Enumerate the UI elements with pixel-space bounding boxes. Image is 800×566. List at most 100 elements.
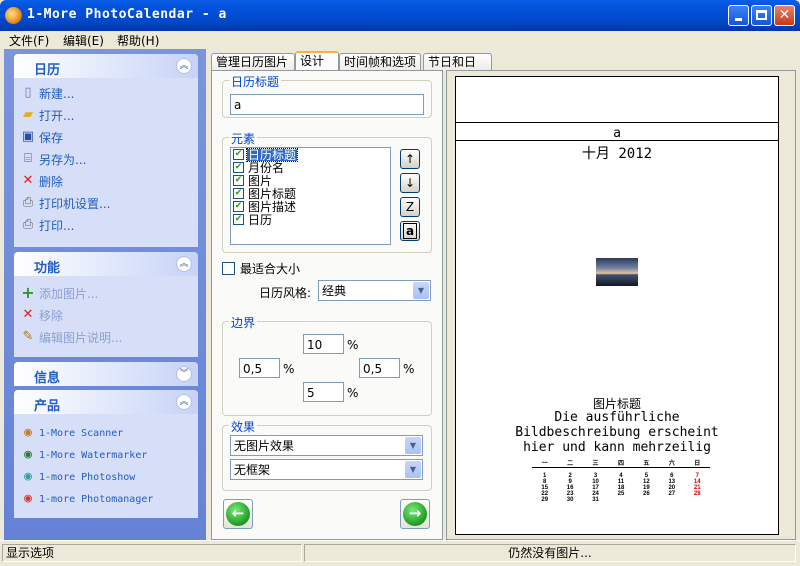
element-item-calendar-title[interactable]: ✔ 日历标题 [231, 147, 390, 162]
day-cell [659, 497, 684, 503]
product-photomanager-label: 1-more Photomanager [39, 493, 154, 505]
printer-setup-label: 打印机设置... [39, 196, 111, 211]
product-scanner-link[interactable]: ◉ 1-More Scanner [14, 422, 198, 444]
move-down-button[interactable]: ↓ [400, 173, 420, 193]
status-center: 仍然没有图片... [304, 544, 796, 562]
chevron-down-icon[interactable]: ▼ [405, 461, 421, 478]
calendar-page-preview: a 十月 2012 图片标题 Die ausführliche Bildbesc… [455, 76, 779, 535]
remove-picture-item[interactable]: ✕ 移除 [14, 304, 198, 326]
products-group-header[interactable]: 产品 ︽ [14, 390, 198, 414]
save-calendar-item[interactable]: ▣ 保存 [14, 126, 198, 148]
image-effect-value: 无图片效果 [234, 439, 295, 453]
product-photoshow-link[interactable]: ◉ 1-more Photoshow [14, 466, 198, 488]
text-style-button[interactable]: a [400, 221, 420, 241]
menu-help[interactable]: 帮助(H) [117, 32, 159, 49]
calendar-title-input[interactable]: a [230, 94, 424, 115]
element-label: 图片描述 [248, 199, 297, 214]
element-item-calendar[interactable]: ✔ 日历 [231, 213, 390, 226]
image-effect-select[interactable]: 无图片效果 ▼ [230, 435, 423, 456]
day-cell [608, 497, 633, 503]
print-item[interactable]: ⎙ 打印... [14, 214, 198, 236]
tab-manage-pictures[interactable]: 管理日历图片 [211, 53, 295, 71]
product-photomanager-link[interactable]: ◉ 1-more Photomanager [14, 488, 198, 510]
checkbox-checked-icon[interactable]: ✔ [233, 162, 244, 173]
move-up-button[interactable]: ↑ [400, 149, 420, 169]
save-as-item[interactable]: ⌸ 另存为... [14, 148, 198, 170]
preview-description-line-3: hier und kann mehrzeilig [523, 440, 711, 455]
remove-x-icon: ✕ [22, 307, 34, 322]
menu-file[interactable]: 文件(F) [9, 32, 49, 49]
margin-right-input[interactable]: 0,5 [359, 358, 400, 378]
arrow-right-icon: → [403, 502, 427, 526]
tab-timeframe-options[interactable]: 时间帧和选项 [339, 53, 421, 71]
preview-description-line-1: Die ausführliche [554, 410, 680, 425]
photoshow-product-icon: ◉ [24, 469, 32, 484]
margin-left-input[interactable]: 0,5 [239, 358, 280, 378]
checkbox-checked-icon[interactable]: ✔ [233, 149, 244, 160]
remove-picture-label: 移除 [39, 308, 64, 323]
element-item-picture[interactable]: ✔ 图片 [231, 174, 390, 187]
add-picture-item[interactable]: + 添加图片... [14, 282, 198, 304]
element-item-picture-description[interactable]: ✔ 图片描述 [231, 200, 390, 213]
margin-top-input[interactable]: 10 [303, 334, 344, 354]
functions-group-header[interactable]: 功能 ︽ [14, 252, 198, 276]
maximize-button[interactable] [751, 5, 772, 26]
margin-bottom-input[interactable]: 5 [303, 382, 344, 402]
margins-legend: 边界 [229, 314, 258, 331]
info-group-header[interactable]: 信息 ︾ [14, 362, 198, 386]
printer-setup-item[interactable]: ⎙ 打印机设置... [14, 192, 198, 214]
calendar-group-header[interactable]: 日历 ︽ [14, 54, 198, 78]
products-group: 产品 ︽ ◉ 1-More Scanner ◉ 1-More Watermarker… [14, 390, 198, 518]
product-scanner-label: 1-More Scanner [39, 427, 124, 439]
new-document-icon: ▯ [24, 85, 32, 100]
printer-setup-icon: ⎙ [22, 195, 34, 210]
frame-select[interactable]: 无框架 ▼ [230, 459, 423, 480]
day-cell: 29 [541, 496, 549, 503]
best-fit-row[interactable]: 最适合大小 [222, 260, 300, 277]
element-item-month-name[interactable]: ✔ 月份名 [231, 161, 390, 174]
title-top-rule [456, 122, 778, 123]
elements-list[interactable]: ✔ 日历标题 ✔ 月份名 ✔ 图片 ✔ 图片标题 ✔ 图片描述 ✔ 日历 [230, 147, 391, 245]
margins-group: 边界 10 % 0,5 % 0,5 % 5 % [222, 314, 432, 416]
font-button[interactable]: Z [400, 197, 420, 217]
open-calendar-item[interactable]: ▰ 打开... [14, 104, 198, 126]
sunday-cell [685, 497, 710, 503]
checkbox-checked-icon[interactable]: ✔ [233, 175, 244, 186]
element-item-picture-title[interactable]: ✔ 图片标题 [231, 187, 390, 200]
checkbox-checked-icon[interactable]: ✔ [233, 214, 244, 225]
chevron-up-icon[interactable]: ︽ [176, 256, 192, 272]
margin-right-unit: % [403, 362, 415, 376]
tab-design[interactable]: 设计 [295, 51, 339, 72]
chevron-up-icon[interactable]: ︽ [176, 58, 192, 74]
checkbox-checked-icon[interactable]: ✔ [233, 188, 244, 199]
font-icon: Z [405, 200, 415, 214]
product-watermarker-link[interactable]: ◉ 1-More Watermarker [14, 444, 198, 466]
chevron-up-icon[interactable]: ︽ [176, 394, 192, 410]
tab-holidays-dates[interactable]: 节日和日期 [423, 53, 492, 86]
minimize-button[interactable] [728, 5, 749, 26]
week-row: 29 30 31 [532, 497, 710, 503]
menu-edit[interactable]: 编辑(E) [63, 32, 104, 49]
move-down-arrow-icon: ↓ [404, 176, 416, 190]
next-button[interactable]: → [400, 499, 430, 529]
close-button[interactable]: ✕ [774, 5, 795, 26]
back-button[interactable]: ← [223, 499, 253, 529]
new-calendar-item[interactable]: ▯ 新建... [14, 82, 198, 104]
delete-item[interactable]: ✕ 删除 [14, 170, 198, 192]
calendar-group: 日历 ︽ ▯ 新建... ▰ 打开... ▣ 保存 ⌸ 另存为... ✕ 删除 ⎙ 打印机设… [14, 54, 198, 247]
edit-caption-item[interactable]: ✎ 编辑图片说明... [14, 326, 198, 348]
chevron-down-icon[interactable]: ▼ [405, 437, 421, 454]
functions-group: 功能 ︽ + 添加图片... ✕ 移除 ✎ 编辑图片说明... [14, 252, 198, 357]
calendar-style-select[interactable]: 经典 ▼ [318, 280, 431, 301]
move-up-arrow-icon: ↑ [404, 152, 416, 166]
weekday-header: 二 [567, 461, 574, 467]
chevron-down-icon[interactable]: ︾ [176, 366, 192, 382]
title-bar: 1-More PhotoCalendar - a ✕ [0, 0, 800, 31]
best-fit-checkbox[interactable] [222, 262, 235, 275]
element-label: 图片标题 [248, 186, 297, 201]
save-calendar-label: 保存 [39, 130, 64, 145]
task-pane: 日历 ︽ ▯ 新建... ▰ 打开... ▣ 保存 ⌸ 另存为... ✕ 删除 ⎙ 打印机设… [4, 49, 206, 540]
preview-month: 十月 2012 [581, 146, 653, 162]
chevron-down-icon[interactable]: ▼ [413, 282, 429, 299]
checkbox-checked-icon[interactable]: ✔ [233, 201, 244, 212]
